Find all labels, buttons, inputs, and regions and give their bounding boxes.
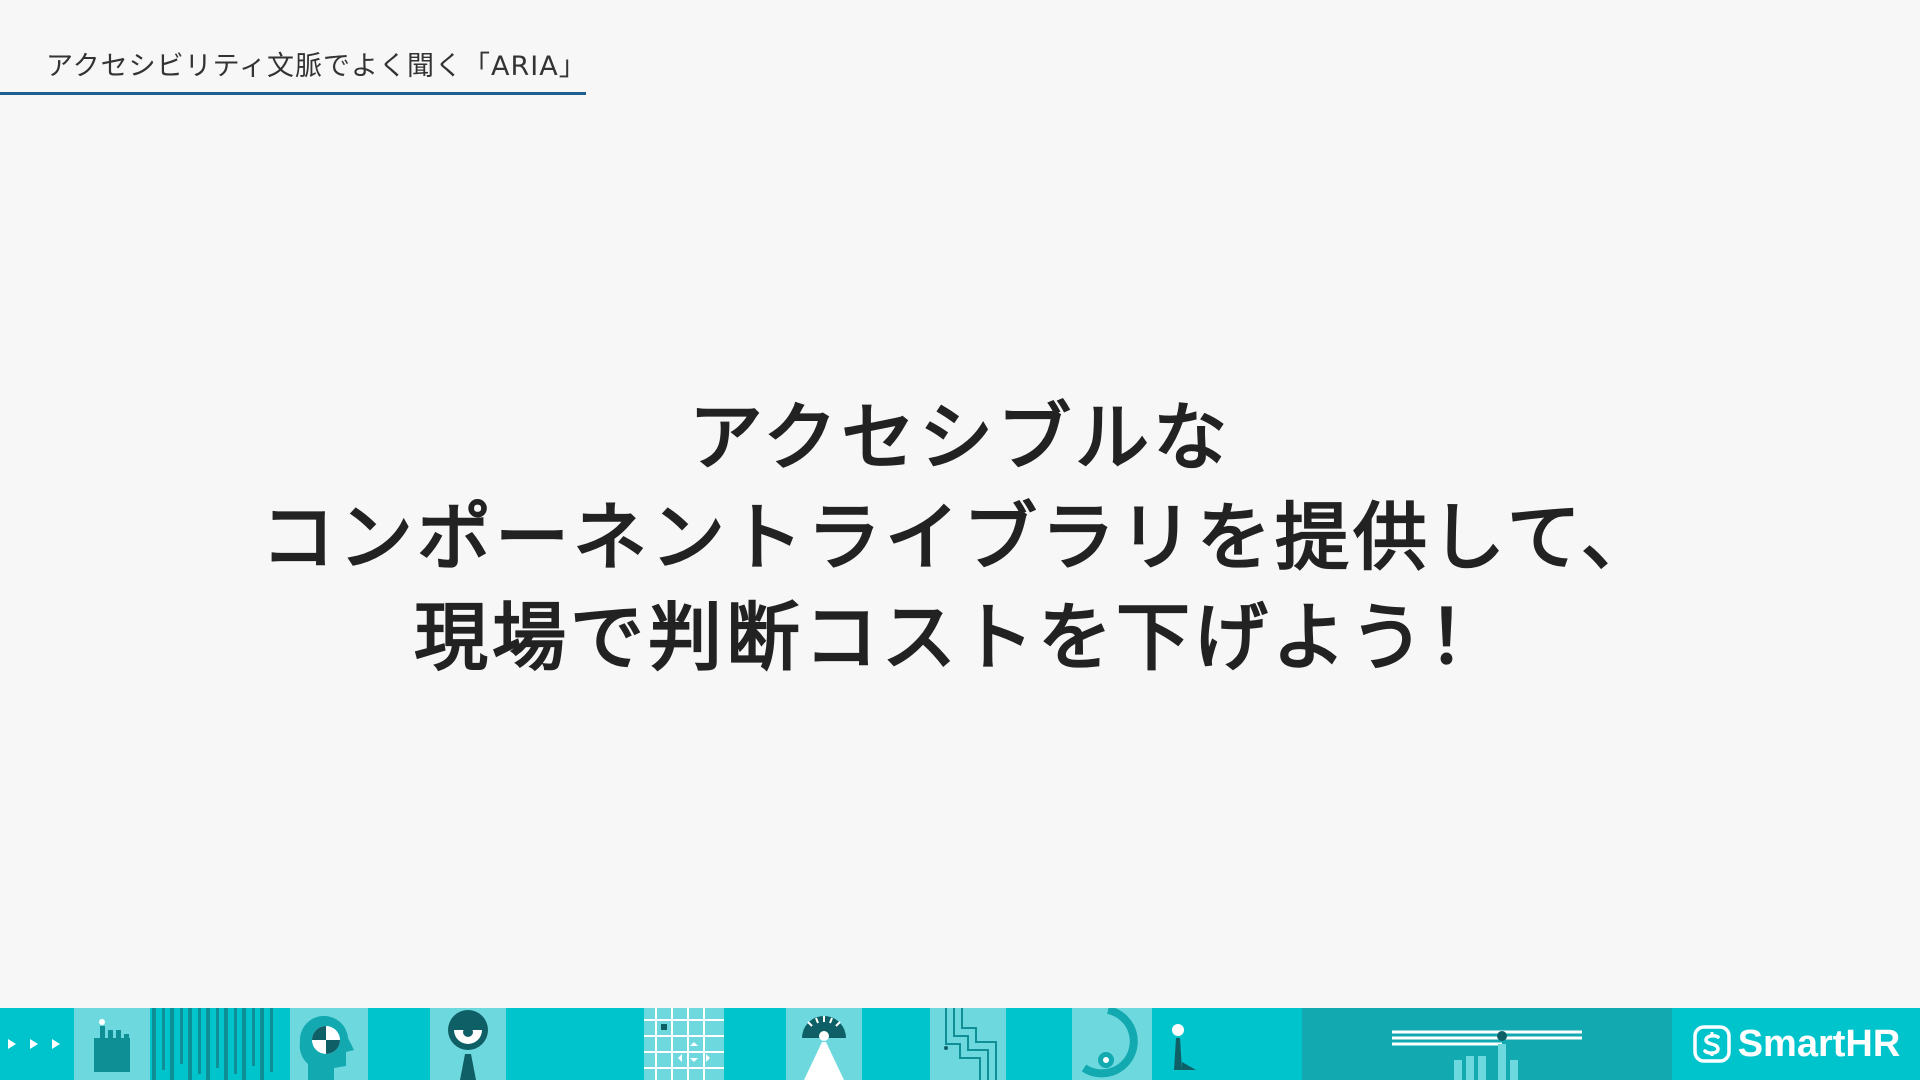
main-message-line-1: アクセシブルな <box>688 395 1232 481</box>
person-icon <box>1172 1024 1196 1070</box>
head-profile-icon <box>290 1008 368 1080</box>
main-message-line-3: 現場で判断コストを下げよう！ <box>414 595 1506 681</box>
play-arrows-icon <box>8 1039 60 1049</box>
keypad-grid-icon <box>644 1008 724 1080</box>
main-message: アクセシブルな コンポーネントライブラリを提供して、 現場で判断コストを下げよう… <box>0 388 1920 688</box>
eye-beam-icon <box>786 1008 862 1080</box>
logo-text: SmartHR <box>1737 1022 1901 1065</box>
barcode-icon <box>152 1008 273 1080</box>
smarthr-logo-icon <box>1692 1025 1731 1063</box>
main-message-line-2: コンポーネントライブラリを提供して、 <box>260 495 1660 581</box>
circuit-icon <box>930 1008 1006 1080</box>
section-header: アクセシビリティ文脈でよく聞く「ARIA」 <box>0 40 586 95</box>
hand-icon <box>74 1008 150 1080</box>
footer-decoration-band <box>0 1008 1920 1080</box>
smarthr-logo: SmartHR <box>1672 1008 1920 1080</box>
section-title: アクセシビリティ文脈でよく聞く「ARIA」 <box>46 51 587 82</box>
spiral-figure-icon <box>1072 1008 1152 1080</box>
eye-figure-icon <box>430 1008 506 1080</box>
slider-hand-icon <box>1302 1008 1672 1080</box>
